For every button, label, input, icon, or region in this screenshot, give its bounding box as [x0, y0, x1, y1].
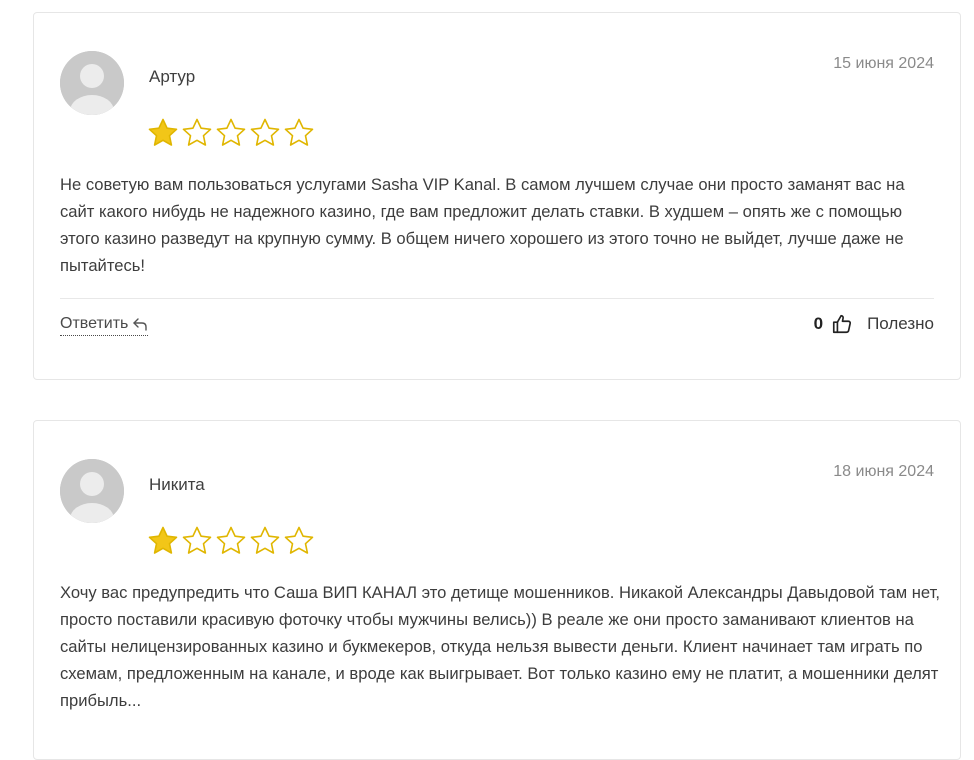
helpful-label: Полезно: [867, 314, 934, 333]
star-empty-icon: [250, 526, 280, 554]
star-rating: [147, 117, 315, 149]
star-empty-icon: [284, 118, 314, 146]
reply-button[interactable]: Ответить: [60, 315, 149, 336]
review-author: Артур: [149, 67, 196, 86]
reply-label: Ответить: [60, 315, 129, 332]
star-empty-icon: [216, 118, 246, 146]
star-empty-icon: [182, 118, 212, 146]
avatar: [60, 51, 124, 115]
review-card: Артур 15 июня 2024 Не советую вам пользо…: [33, 12, 961, 380]
user-silhouette-icon: [60, 459, 124, 523]
star-filled-icon: [148, 526, 178, 554]
avatar: [60, 459, 124, 523]
review-author: Никита: [149, 475, 205, 494]
star-empty-icon: [250, 118, 280, 146]
thumbs-up-icon: [832, 314, 852, 334]
review-date: 15 июня 2024: [833, 55, 934, 72]
divider: [60, 298, 934, 299]
user-silhouette-icon: [60, 51, 124, 115]
like-count: 0: [813, 314, 824, 333]
review-text: Хочу вас предупредить что Саша ВИП КАНАЛ…: [60, 583, 940, 710]
star-empty-icon: [284, 526, 314, 554]
star-filled-icon: [148, 118, 178, 146]
review-date: 18 июня 2024: [833, 463, 934, 480]
review-text: Не советую вам пользоваться услугами Sas…: [60, 175, 905, 275]
review-card: Никита 18 июня 2024 Хочу вас предупредит…: [33, 420, 961, 760]
like-button[interactable]: [831, 313, 853, 335]
star-empty-icon: [216, 526, 246, 554]
star-rating: [147, 525, 315, 557]
helpful-section: 0 Полезно: [814, 313, 934, 335]
reply-arrow-icon: [133, 318, 148, 331]
star-empty-icon: [182, 526, 212, 554]
